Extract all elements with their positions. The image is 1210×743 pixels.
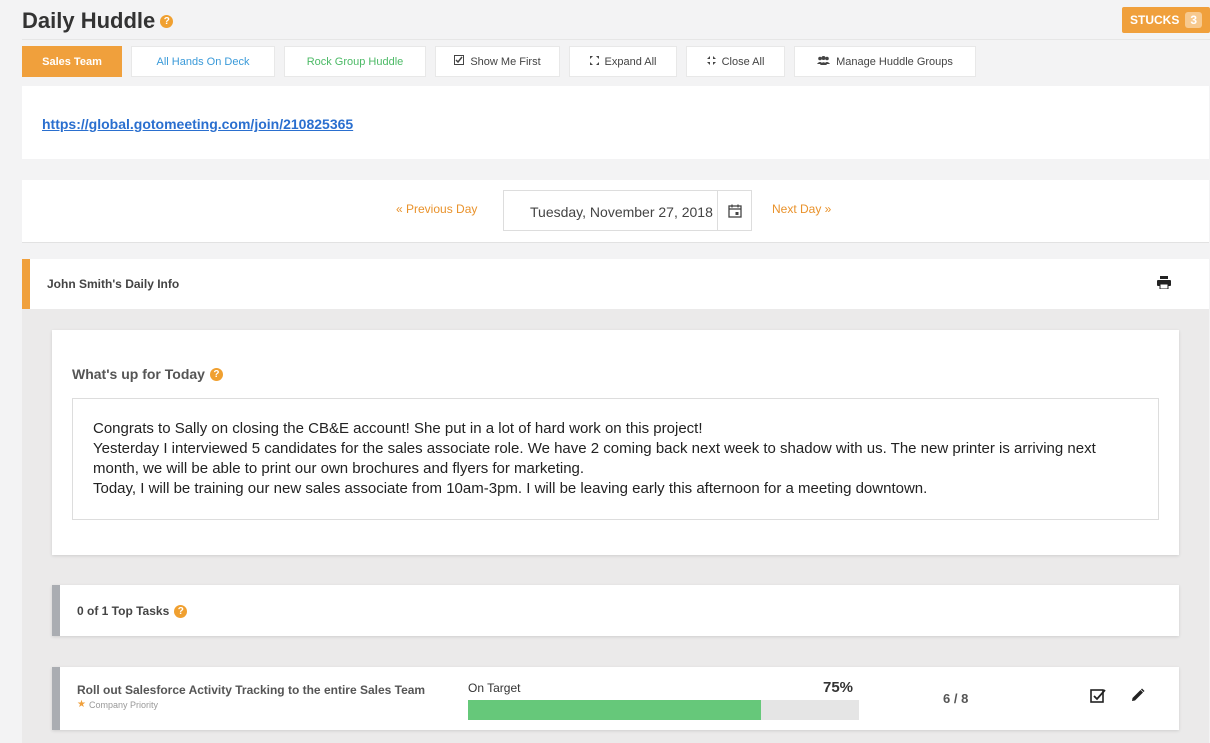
today-line: Yesterday I interviewed 5 candidates for… <box>93 440 1096 477</box>
checkbox-icon <box>454 55 465 68</box>
huddle-tabs: Sales Team All Hands On Deck Rock Group … <box>22 46 985 77</box>
tab-sales-team[interactable]: Sales Team <box>22 46 122 77</box>
expand-all-button[interactable]: Expand All <box>569 46 677 77</box>
top-tasks-count-label: 0 of 1 Top Tasks <box>77 604 170 618</box>
page-title: Daily Huddle <box>22 8 156 33</box>
meeting-link-panel: https://global.gotomeeting.com/join/2108… <box>22 86 1209 159</box>
daily-info-section: John Smith's Daily Info What's up for To… <box>22 259 1209 743</box>
task-priority-label: Company Priority <box>88 699 158 710</box>
tab-rock-group-huddle[interactable]: Rock Group Huddle <box>284 46 426 77</box>
help-icon[interactable]: ? <box>209 367 223 381</box>
previous-day-link[interactable]: « Previous Day <box>396 202 477 216</box>
task-row: Roll out Salesforce Activity Tracking to… <box>52 667 1179 730</box>
task-title[interactable]: Roll out Salesforce Activity Tracking to… <box>77 683 425 697</box>
whats-up-heading-text: What's up for Today <box>72 366 205 382</box>
button-label: Manage Huddle Groups <box>836 55 953 68</box>
tab-all-hands-on-deck[interactable]: All Hands On Deck <box>131 46 275 77</box>
task-progress-fill <box>468 700 762 720</box>
today-line: Congrats to Sally on closing the CB&E ac… <box>93 420 703 437</box>
star-icon: ★ <box>77 699 86 710</box>
whats-up-heading: What's up for Today ? <box>72 366 223 382</box>
task-status: On Target <box>468 681 521 695</box>
stucks-label: STUCKS <box>1129 13 1180 27</box>
today-line: Today, I will be training our new sales … <box>93 480 928 497</box>
tab-label: Rock Group Huddle <box>306 55 404 68</box>
help-icon[interactable]: ? <box>160 14 174 28</box>
task-priority: ★ Company Priority <box>77 699 158 710</box>
print-icon[interactable] <box>1157 276 1171 294</box>
tab-label: All Hands On Deck <box>156 55 250 68</box>
button-label: Close All <box>721 55 765 68</box>
whats-up-today-card: What's up for Today ? Congrats to Sally … <box>52 330 1179 555</box>
stucks-button[interactable]: STUCKS 3 <box>1122 7 1210 33</box>
collapse-icon <box>706 55 716 68</box>
date-navigation: « Previous Day Tuesday, November 27, 201… <box>22 180 1209 243</box>
button-label: Show Me First <box>470 55 541 68</box>
header-divider <box>22 39 1210 40</box>
whats-up-textarea[interactable]: Congrats to Sally on closing the CB&E ac… <box>72 398 1159 520</box>
checklist-icon[interactable] <box>1090 688 1106 709</box>
page-header: Daily Huddle ? <box>22 8 174 34</box>
next-day-link[interactable]: Next Day » <box>772 202 831 216</box>
date-picker[interactable]: Tuesday, November 27, 2018 <box>503 190 752 231</box>
stucks-count-badge: 3 <box>1185 12 1203 28</box>
button-label: Expand All <box>604 55 657 68</box>
calendar-icon[interactable] <box>717 191 751 230</box>
top-tasks-header[interactable]: 0 of 1 Top Tasks ? <box>52 585 1179 636</box>
daily-info-title: John Smith's Daily Info <box>47 277 180 291</box>
manage-huddle-groups-button[interactable]: Manage Huddle Groups <box>794 46 976 77</box>
close-all-button[interactable]: Close All <box>686 46 785 77</box>
show-me-first-button[interactable]: Show Me First <box>435 46 560 77</box>
daily-info-header[interactable]: John Smith's Daily Info <box>22 259 1209 309</box>
help-icon[interactable]: ? <box>174 604 188 618</box>
task-percent: 75% <box>823 679 854 696</box>
date-value: Tuesday, November 27, 2018 <box>530 204 713 220</box>
users-icon <box>817 55 831 68</box>
tab-label: Sales Team <box>42 55 102 68</box>
expand-icon <box>589 55 599 68</box>
edit-icon[interactable] <box>1130 688 1145 708</box>
top-tasks-title: 0 of 1 Top Tasks ? <box>77 604 188 618</box>
task-ratio: 6 / 8 <box>943 691 969 706</box>
task-progress-bar <box>468 700 859 720</box>
meeting-link[interactable]: https://global.gotomeeting.com/join/2108… <box>42 116 353 132</box>
